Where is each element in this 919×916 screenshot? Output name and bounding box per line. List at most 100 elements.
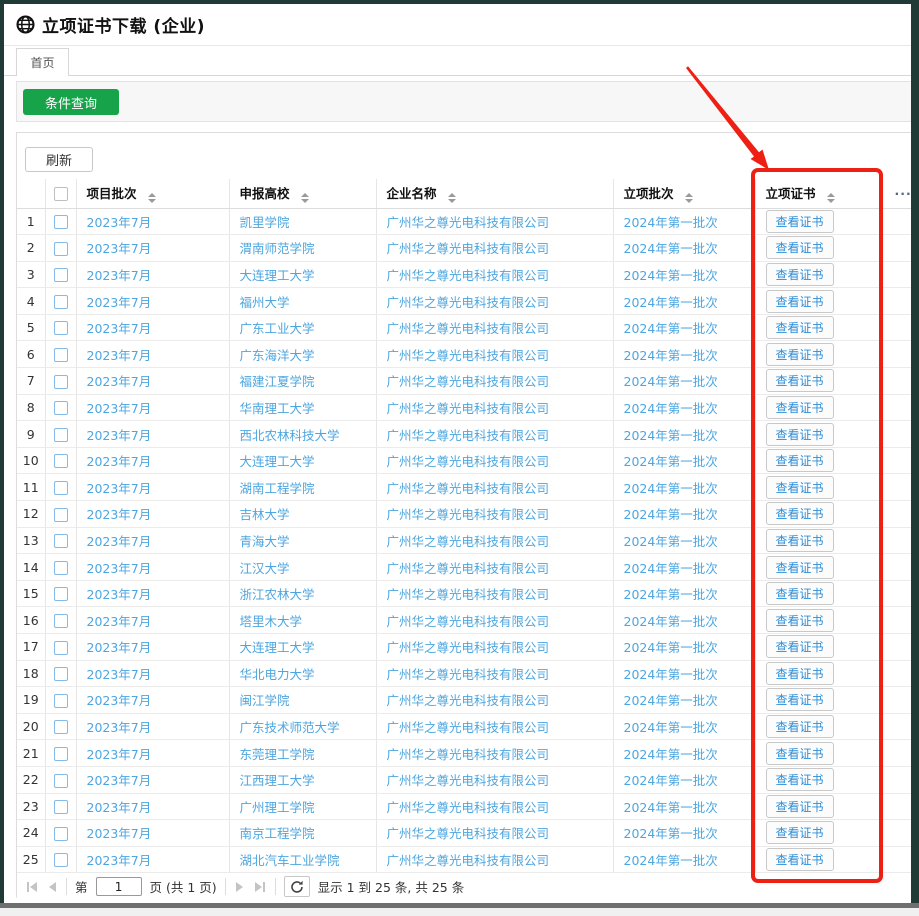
table-row: 212023年7月东莞理工学院广州华之尊光电科技有限公司2024年第一批次查看证…: [17, 740, 919, 767]
view-certificate-button[interactable]: 查看证书: [766, 476, 834, 499]
next-page-button[interactable]: [234, 880, 245, 894]
row-checkbox[interactable]: [54, 720, 68, 734]
view-certificate-button[interactable]: 查看证书: [766, 343, 834, 366]
row-checkbox-cell: [45, 846, 76, 873]
header-project-batch[interactable]: 项目批次: [76, 179, 229, 208]
certificate-cell: 查看证书: [755, 554, 882, 581]
table-row: 62023年7月广东海洋大学广州华之尊光电科技有限公司2024年第一批次查看证书: [17, 341, 919, 368]
last-page-button[interactable]: [253, 880, 267, 894]
university-cell: 广东技术师范大学: [229, 713, 376, 740]
view-certificate-button[interactable]: 查看证书: [766, 795, 834, 818]
university-cell: 广东海洋大学: [229, 341, 376, 368]
select-all-checkbox[interactable]: [54, 187, 68, 201]
row-checkbox[interactable]: [54, 375, 68, 389]
row-checkbox[interactable]: [54, 694, 68, 708]
certificate-cell: 查看证书: [755, 793, 882, 820]
university-cell: 湖北汽车工业学院: [229, 846, 376, 873]
row-checkbox-cell: [45, 634, 76, 661]
table-row: 182023年7月华北电力大学广州华之尊光电科技有限公司2024年第一批次查看证…: [17, 660, 919, 687]
approval-batch-cell: 2024年第一批次: [613, 421, 755, 448]
row-checkbox[interactable]: [54, 614, 68, 628]
row-index: 25: [17, 846, 45, 873]
row-checkbox[interactable]: [54, 215, 68, 229]
row-checkbox[interactable]: [54, 667, 68, 681]
view-certificate-button[interactable]: 查看证书: [766, 688, 834, 711]
page-number-input[interactable]: [96, 877, 142, 896]
tab-home[interactable]: 首页: [16, 48, 69, 76]
view-certificate-button[interactable]: 查看证书: [766, 423, 834, 446]
row-checkbox[interactable]: [54, 534, 68, 548]
page-label-prefix: 第: [75, 877, 88, 896]
row-checkbox[interactable]: [54, 853, 68, 867]
certificate-cell: 查看证书: [755, 687, 882, 714]
view-certificate-button[interactable]: 查看证书: [766, 582, 834, 605]
view-certificate-button[interactable]: 查看证书: [766, 290, 834, 313]
sort-icon: [148, 193, 156, 203]
certificate-cell: 查看证书: [755, 261, 882, 288]
view-certificate-button[interactable]: 查看证书: [766, 502, 834, 525]
view-certificate-button[interactable]: 查看证书: [766, 768, 834, 791]
row-checkbox[interactable]: [54, 747, 68, 761]
table-body: 12023年7月凯里学院广州华之尊光电科技有限公司2024年第一批次查看证书22…: [17, 208, 919, 873]
refresh-button[interactable]: 刷新: [25, 147, 93, 172]
row-checkbox[interactable]: [54, 401, 68, 415]
project-batch-cell: 2023年7月: [76, 820, 229, 847]
view-certificate-button[interactable]: 查看证书: [766, 529, 834, 552]
view-certificate-button[interactable]: 查看证书: [766, 821, 834, 844]
view-certificate-button[interactable]: 查看证书: [766, 742, 834, 765]
row-checkbox[interactable]: [54, 774, 68, 788]
certificate-cell: 查看证书: [755, 314, 882, 341]
prev-page-button[interactable]: [47, 880, 58, 894]
header-approval-batch[interactable]: 立项批次: [613, 179, 755, 208]
header-company[interactable]: 企业名称: [376, 179, 613, 208]
university-cell: 大连理工大学: [229, 447, 376, 474]
row-checkbox[interactable]: [54, 295, 68, 309]
row-checkbox[interactable]: [54, 348, 68, 362]
view-certificate-button[interactable]: 查看证书: [766, 715, 834, 738]
row-checkbox[interactable]: [54, 561, 68, 575]
project-batch-cell: 2023年7月: [76, 341, 229, 368]
view-certificate-button[interactable]: 查看证书: [766, 662, 834, 685]
view-certificate-button[interactable]: 查看证书: [766, 316, 834, 339]
row-checkbox[interactable]: [54, 827, 68, 841]
header-index: [17, 179, 45, 208]
row-checkbox[interactable]: [54, 800, 68, 814]
view-certificate-button[interactable]: 查看证书: [766, 210, 834, 233]
condition-query-button[interactable]: 条件查询: [23, 89, 119, 115]
view-certificate-button[interactable]: 查看证书: [766, 609, 834, 632]
row-checkbox[interactable]: [54, 641, 68, 655]
pager-divider: [66, 878, 67, 895]
row-checkbox-cell: [45, 394, 76, 421]
table-row: 92023年7月西北农林科技大学广州华之尊光电科技有限公司2024年第一批次查看…: [17, 421, 919, 448]
certificate-cell: 查看证书: [755, 421, 882, 448]
approval-batch-cell: 2024年第一批次: [613, 368, 755, 395]
row-checkbox[interactable]: [54, 321, 68, 335]
certificate-cell: 查看证书: [755, 634, 882, 661]
view-certificate-button[interactable]: 查看证书: [766, 396, 834, 419]
first-page-button[interactable]: [25, 880, 39, 894]
university-cell: 湖南工程学院: [229, 474, 376, 501]
row-checkbox[interactable]: [54, 268, 68, 282]
view-certificate-button[interactable]: 查看证书: [766, 848, 834, 871]
table-row: 52023年7月广东工业大学广州华之尊光电科技有限公司2024年第一批次查看证书: [17, 314, 919, 341]
header-university[interactable]: 申报高校: [229, 179, 376, 208]
row-checkbox[interactable]: [54, 428, 68, 442]
header-certificate[interactable]: 立项证书: [755, 179, 882, 208]
view-certificate-button[interactable]: 查看证书: [766, 635, 834, 658]
table-row: 202023年7月广东技术师范大学广州华之尊光电科技有限公司2024年第一批次查…: [17, 713, 919, 740]
company-cell: 广州华之尊光电科技有限公司: [376, 820, 613, 847]
view-certificate-button[interactable]: 查看证书: [766, 263, 834, 286]
row-checkbox[interactable]: [54, 242, 68, 256]
view-certificate-button[interactable]: 查看证书: [766, 556, 834, 579]
view-certificate-button[interactable]: 查看证书: [766, 236, 834, 259]
row-checkbox[interactable]: [54, 587, 68, 601]
company-cell: 广州华之尊光电科技有限公司: [376, 713, 613, 740]
row-checkbox[interactable]: [54, 508, 68, 522]
view-certificate-button[interactable]: 查看证书: [766, 369, 834, 392]
row-checkbox[interactable]: [54, 481, 68, 495]
row-checkbox[interactable]: [54, 454, 68, 468]
pager-refresh-button[interactable]: [284, 876, 310, 897]
row-checkbox-cell: [45, 527, 76, 554]
view-certificate-button[interactable]: 查看证书: [766, 449, 834, 472]
table-row: 32023年7月大连理工大学广州华之尊光电科技有限公司2024年第一批次查看证书: [17, 261, 919, 288]
